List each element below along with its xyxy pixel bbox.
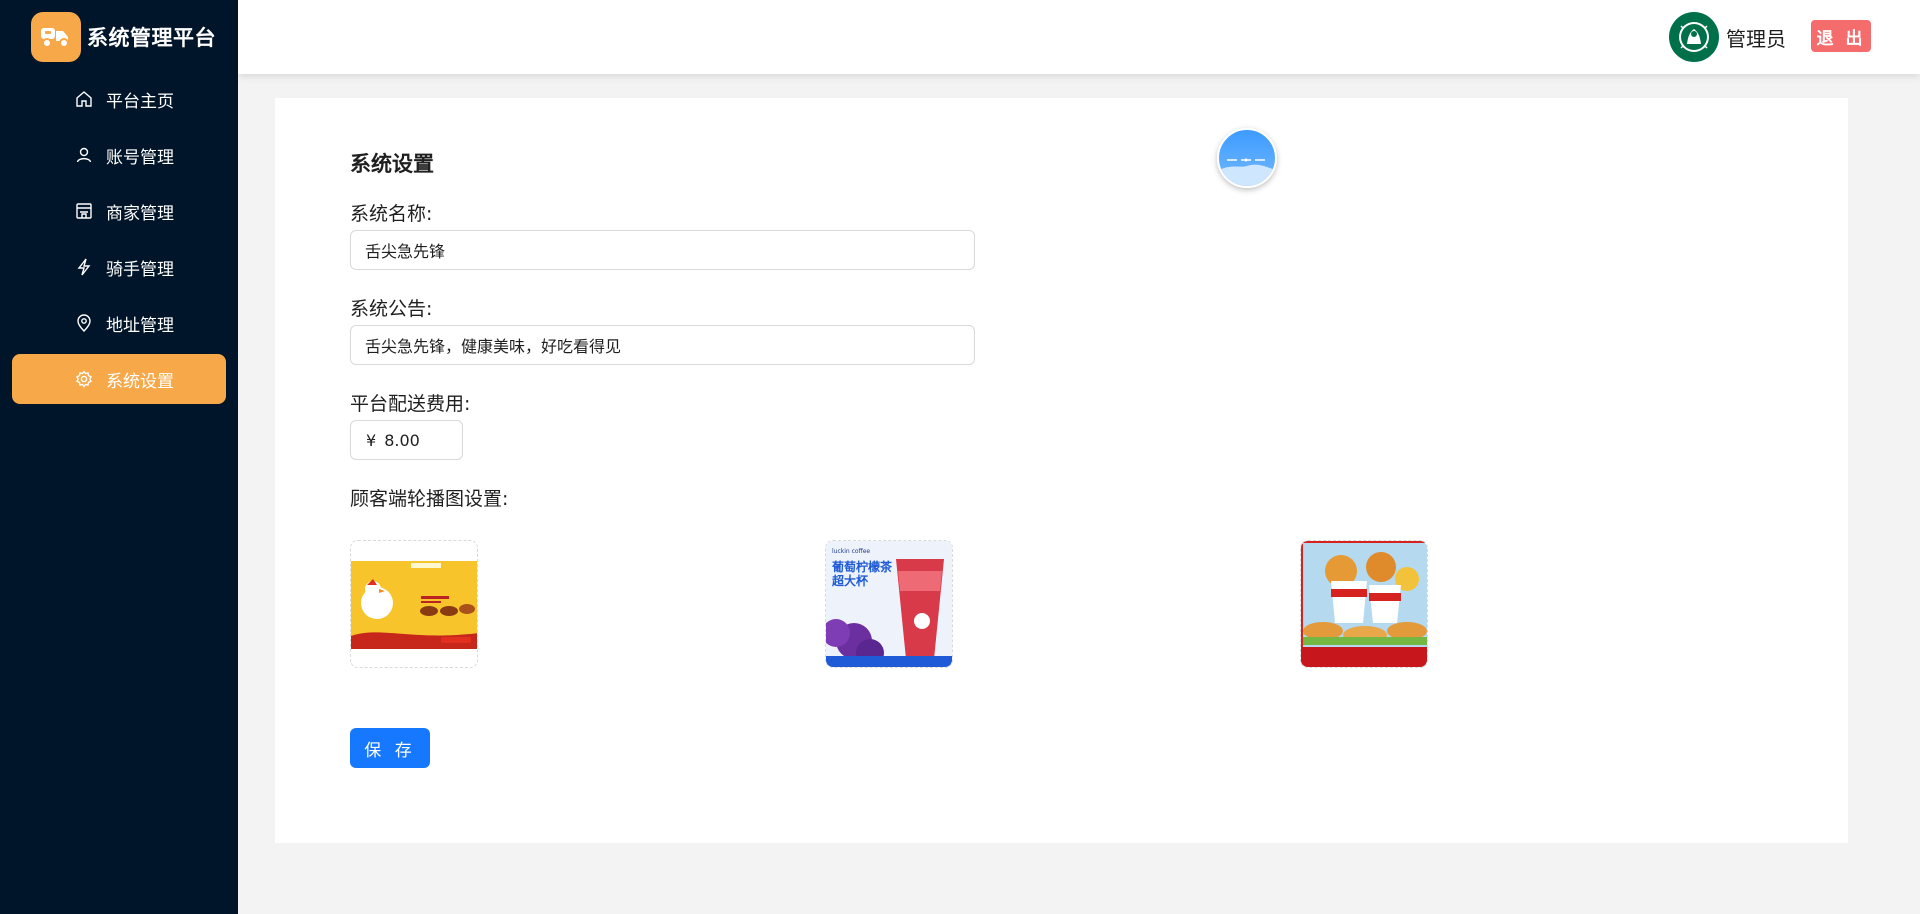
sidebar-menu: 平台主页 账号管理 商家管理 骑手管理 地址管理 系统设置: [0, 74, 238, 404]
luckin-headline-1: 葡萄柠檬茶: [831, 559, 893, 574]
sidebar-item-home[interactable]: 平台主页: [12, 74, 226, 124]
sidebar-item-accounts[interactable]: 账号管理: [12, 130, 226, 180]
gear-icon: [74, 369, 94, 389]
system-name-input[interactable]: 舌尖急先锋: [350, 230, 975, 270]
sidebar-item-label: 地址管理: [106, 315, 174, 336]
store-icon: [74, 201, 94, 221]
currency-prefix: ¥: [366, 430, 377, 450]
carousel-label: 顾客端轮播图设置:: [350, 488, 509, 510]
luckin-headline-2: 超大杯: [831, 573, 869, 588]
sidebar-item-merchants[interactable]: 商家管理: [12, 186, 226, 236]
sidebar-item-label: 商家管理: [106, 203, 174, 224]
user-name: 管理员: [1726, 27, 1786, 51]
luckin-brand-text: luckin coffee: [832, 548, 870, 555]
sidebar-item-riders[interactable]: 骑手管理: [12, 242, 226, 292]
carousel-image-2[interactable]: luckin coffee 葡萄柠檬茶 超大杯: [825, 540, 953, 668]
page-title: 系统设置: [350, 152, 434, 176]
floating-assistant-icon[interactable]: [1217, 128, 1277, 188]
delivery-truck-logo-icon: [31, 12, 81, 62]
sidebar-item-label: 系统设置: [106, 371, 174, 392]
system-name-label: 系统名称:: [350, 203, 433, 225]
app-title: 系统管理平台: [87, 26, 216, 50]
logout-button[interactable]: 退 出: [1811, 20, 1871, 52]
delivery-fee-input[interactable]: ¥ 8.00: [350, 420, 463, 460]
save-button[interactable]: 保 存: [350, 728, 430, 768]
brand: 系统管理平台: [0, 0, 238, 74]
lightning-icon: [74, 257, 94, 277]
sidebar-item-label: 骑手管理: [106, 259, 174, 280]
sidebar-item-label: 账号管理: [106, 147, 174, 168]
location-icon: [74, 313, 94, 333]
user-icon: [74, 145, 94, 165]
carousel-image-3[interactable]: [1300, 540, 1428, 668]
carousel-image-1[interactable]: [350, 540, 478, 668]
sidebar-item-addresses[interactable]: 地址管理: [12, 298, 226, 348]
settings-card: 系统设置 系统名称: 舌尖急先锋 系统公告: 舌尖急先锋，健康美味，好吃看得见 …: [275, 98, 1848, 843]
home-icon: [74, 89, 94, 109]
delivery-fee-value: 8.00: [384, 430, 420, 450]
sidebar-item-settings[interactable]: 系统设置: [12, 354, 226, 404]
system-notice-label: 系统公告:: [350, 298, 433, 320]
system-notice-input[interactable]: 舌尖急先锋，健康美味，好吃看得见: [350, 325, 975, 365]
sidebar: 系统管理平台 平台主页 账号管理 商家管理 骑手管理 地址管理 系统设置: [0, 0, 238, 914]
avatar[interactable]: [1669, 12, 1719, 62]
sidebar-item-label: 平台主页: [106, 91, 174, 112]
top-header: 管理员 退 出: [238, 0, 1920, 74]
delivery-fee-label: 平台配送费用:: [350, 393, 471, 415]
